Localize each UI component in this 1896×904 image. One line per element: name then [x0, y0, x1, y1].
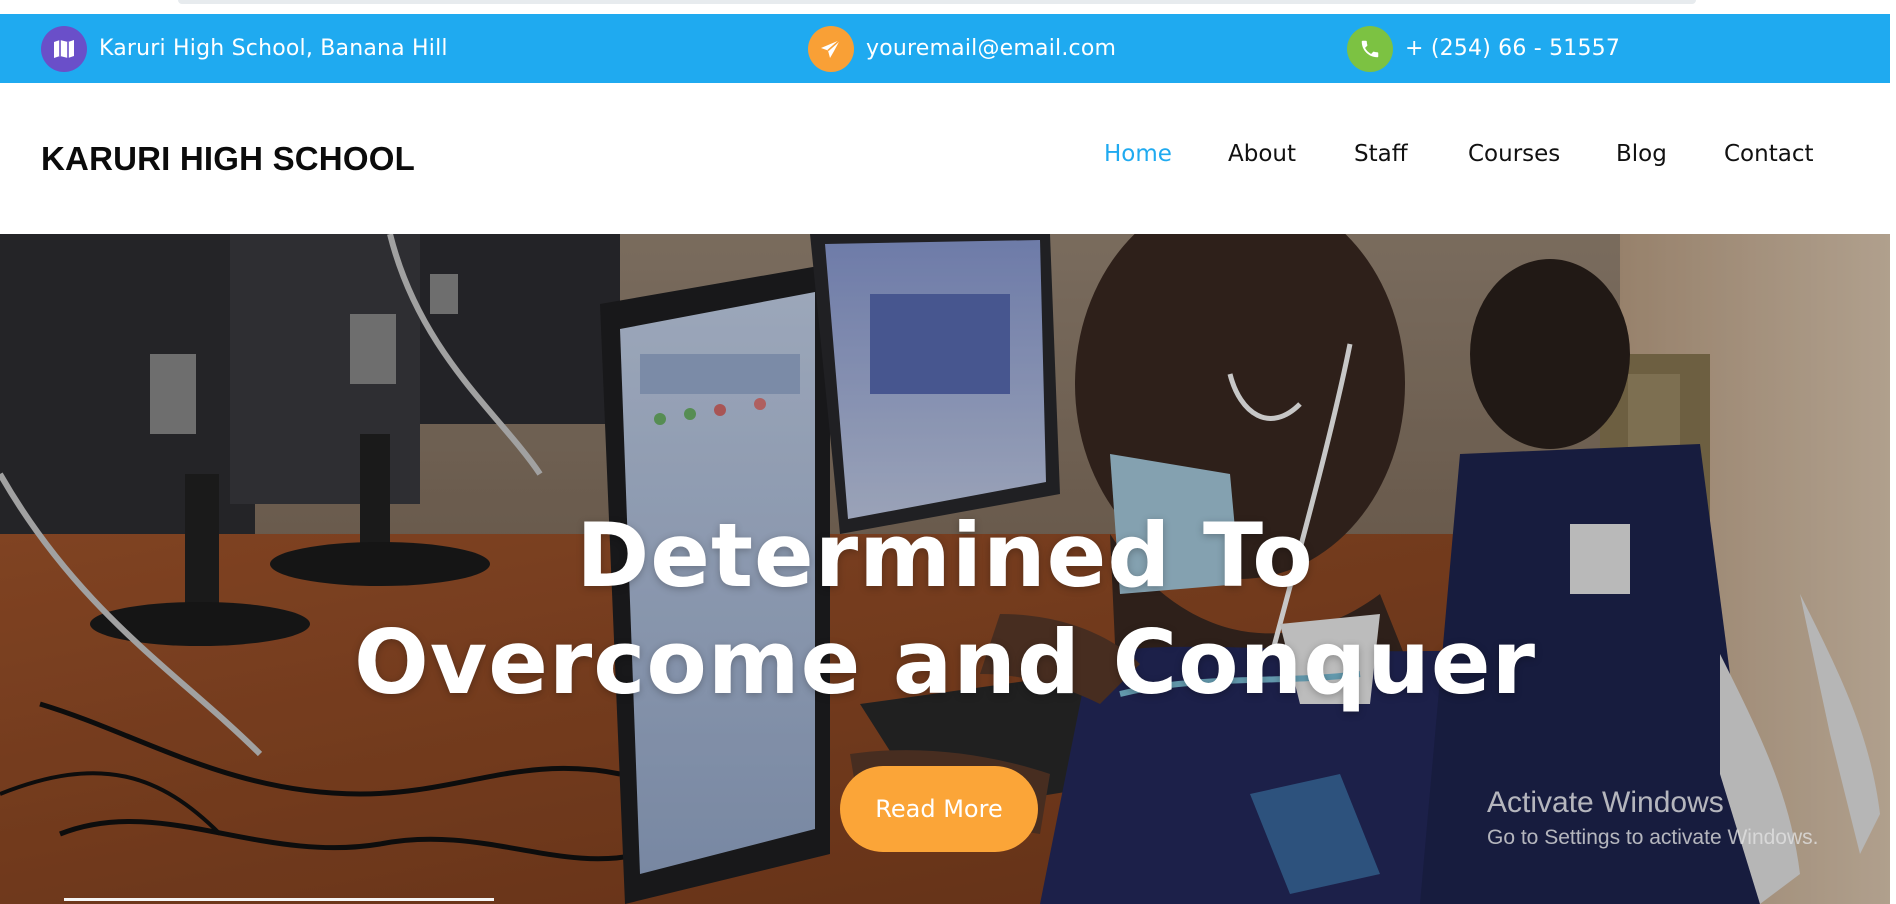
hero-title-line-1: Determined To	[576, 504, 1314, 607]
watermark-title: Activate Windows	[1487, 786, 1724, 819]
hero-section: Determined To Overcome and Conquer Read …	[0, 234, 1890, 904]
email-info[interactable]: youremail@email.com	[808, 14, 1116, 83]
bottom-divider	[64, 898, 494, 901]
address-text: Karuri High School, Banana Hill	[99, 36, 448, 61]
hero-title-line-2: Overcome and Conquer	[354, 611, 1536, 714]
site-header: KARURI HIGH SCHOOL Home About Staff Cour…	[0, 83, 1890, 234]
email-text[interactable]: youremail@email.com	[866, 36, 1116, 61]
watermark-subtitle: Go to Settings to activate Windows.	[1487, 826, 1819, 849]
page: Karuri High School, Banana Hill youremai…	[0, 0, 1890, 904]
nav-courses[interactable]: Courses	[1468, 141, 1560, 167]
nav-staff[interactable]: Staff	[1354, 141, 1408, 167]
nav-blog[interactable]: Blog	[1616, 141, 1667, 167]
phone-text[interactable]: + (254) 66 - 51557	[1405, 36, 1620, 61]
address-info: Karuri High School, Banana Hill	[41, 14, 448, 83]
nav-contact[interactable]: Contact	[1724, 141, 1813, 167]
browser-top-edge	[178, 0, 1696, 4]
read-more-button[interactable]: Read More	[840, 766, 1038, 852]
windows-activation-watermark: Activate Windows Go to Settings to activ…	[1487, 786, 1819, 850]
top-info-bar: Karuri High School, Banana Hill youremai…	[0, 14, 1890, 83]
map-icon	[41, 25, 87, 72]
window-edge	[1890, 0, 1896, 904]
main-navigation: Home About Staff Courses Blog Contact	[0, 141, 1890, 181]
nav-about[interactable]: About	[1228, 141, 1296, 167]
paper-plane-icon	[808, 25, 854, 72]
phone-icon	[1347, 25, 1393, 72]
phone-info[interactable]: + (254) 66 - 51557	[1347, 14, 1620, 83]
nav-home[interactable]: Home	[1104, 141, 1172, 167]
